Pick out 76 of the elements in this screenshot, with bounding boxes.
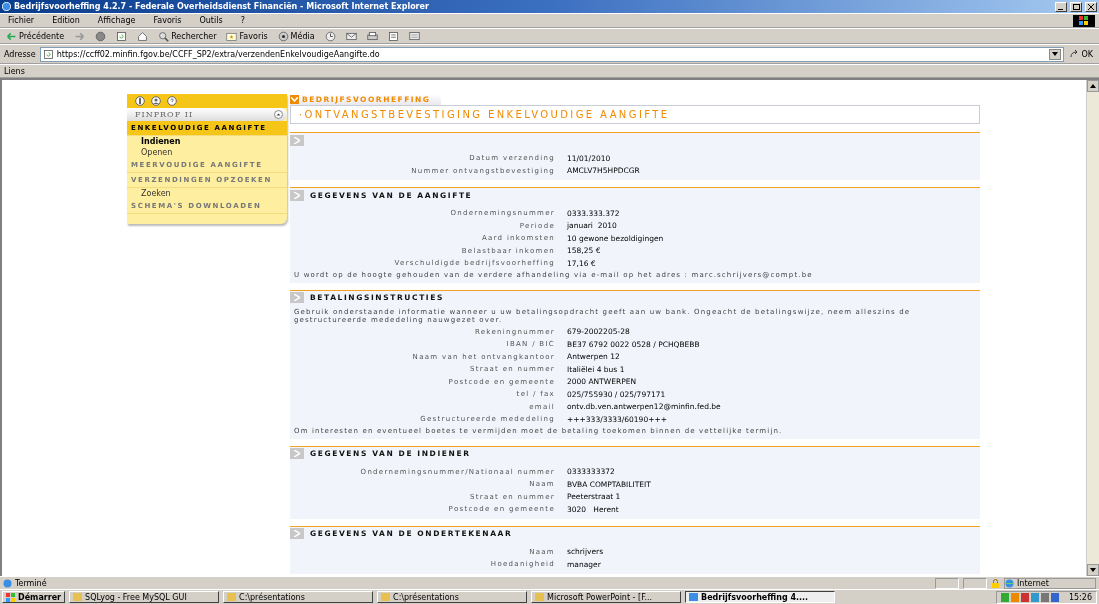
clock: 15:26	[1068, 592, 1092, 602]
sidebar-item[interactable]: Openen	[127, 147, 287, 158]
print-button[interactable]	[364, 30, 380, 42]
sidebar-item[interactable]: Zoeken	[127, 188, 287, 199]
app-icon	[381, 593, 391, 601]
menu-item[interactable]: Affichage	[93, 16, 140, 25]
favorites-icon	[226, 30, 238, 42]
refresh-icon	[116, 30, 128, 42]
windows-logo-icon	[1073, 14, 1095, 27]
toolbar-button[interactable]: Précédente	[4, 30, 67, 42]
menu-item[interactable]: Edition	[48, 16, 84, 25]
globe-icon	[1005, 578, 1014, 588]
maximize-icon	[1072, 3, 1080, 10]
mail-button[interactable]	[343, 30, 359, 42]
toolbar-button[interactable]: Média	[275, 30, 317, 42]
status-pane	[963, 577, 987, 589]
taskbar-button[interactable]: C:\présentations	[377, 591, 528, 603]
page-title: ·ONTVANGSTBEVESTIGING ENKELVOUDIGE AANGIFTE	[290, 105, 980, 124]
window-title: Bedrijfsvoorheffing 4.2.7 - Federale Overheidsdienst Financiën - Microsoft Internet Explorer	[14, 2, 430, 11]
search-icon	[158, 30, 170, 42]
sidebar-item[interactable]: Indienen	[127, 136, 287, 147]
dropdown-button[interactable]	[1049, 48, 1062, 60]
close-icon	[1088, 3, 1094, 10]
caret-icon	[1052, 52, 1059, 56]
stop-icon	[95, 30, 107, 42]
down-arrow-icon	[1090, 568, 1096, 572]
app-icon	[73, 593, 83, 601]
page-icon	[3, 578, 12, 588]
close-button[interactable]	[1085, 1, 1097, 12]
app-name: FINPROF II	[135, 110, 194, 119]
go-button[interactable]: OK	[1068, 49, 1095, 59]
info-icon[interactable]	[135, 96, 145, 106]
chevron-icon	[290, 95, 299, 104]
maximize-button[interactable]	[1070, 1, 1082, 12]
minimize-button[interactable]	[1055, 1, 1067, 12]
history-icon	[324, 30, 336, 42]
discuss-button[interactable]	[406, 30, 422, 42]
help-icon[interactable]	[167, 96, 177, 106]
media-icon	[277, 30, 289, 42]
back-icon	[6, 30, 17, 42]
discuss-icon	[408, 30, 420, 42]
mail-icon	[345, 30, 357, 42]
toolbar-button[interactable]: Rechercher	[156, 30, 219, 42]
taskbar-button[interactable]: Microsoft PowerPoint - [F...	[531, 591, 682, 603]
user-icon[interactable]	[151, 96, 161, 106]
taskbar-button[interactable]: SQLyog - Free MySQL GUI	[69, 591, 220, 603]
address-field[interactable]: https://ccff02.minfin.fgov.be/CCFF_SP2/extra/verzendenEnkelvoudigeAangifte.do	[39, 46, 1065, 62]
taskbar-button[interactable]: C:\présentations	[223, 591, 374, 603]
taskbar-button[interactable]: Bedrijfsvoorheffing 4....	[685, 591, 836, 603]
menu-item[interactable]: Favoris	[149, 16, 186, 25]
app-icon	[689, 593, 699, 601]
edit-icon	[387, 30, 399, 42]
menu-item[interactable]: ?	[236, 16, 249, 25]
status-pane	[935, 577, 959, 589]
app-icon	[535, 593, 545, 601]
print-icon	[366, 30, 378, 42]
collapse-icon[interactable]	[274, 110, 283, 119]
status-text: Terminé	[15, 578, 47, 588]
scroll-down-button[interactable]	[1087, 564, 1099, 576]
refresh-icon	[42, 48, 54, 60]
links-label: Liens	[4, 66, 25, 76]
zone-label: Internet	[1017, 578, 1049, 588]
address-label: Adresse	[4, 49, 36, 59]
browser-icon	[2, 2, 11, 11]
start-button[interactable]: Démarrer	[2, 591, 66, 603]
app-icon	[227, 593, 237, 601]
forward-icon	[74, 30, 86, 42]
menu-item[interactable]: Outils	[195, 16, 227, 25]
toolbar-button[interactable]: Favoris	[224, 30, 270, 42]
up-arrow-icon	[1090, 84, 1096, 88]
curved-arrow-icon	[1070, 50, 1080, 58]
scroll-up-button[interactable]	[1087, 80, 1099, 92]
lock-icon	[991, 578, 1000, 588]
menu-item[interactable]: Fichier	[4, 16, 39, 25]
windows-logo-icon	[6, 592, 16, 602]
home-icon	[137, 30, 149, 42]
